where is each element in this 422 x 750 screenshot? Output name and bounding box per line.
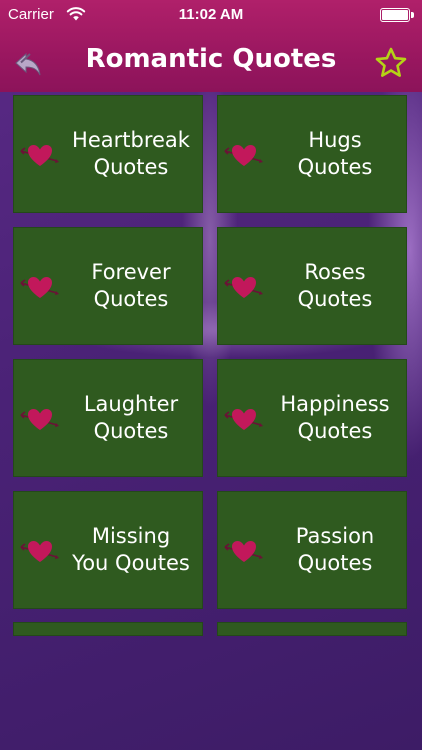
- category-tile[interactable]: Hugs Quotes: [217, 95, 407, 213]
- status-bar: Carrier 11:02 AM: [0, 0, 422, 30]
- navigation-header: Carrier 11:02 AM Romantic Quotes: [0, 0, 422, 92]
- category-tile[interactable]: Heartbreak Quotes: [13, 95, 203, 213]
- heart-arrow-icon: [20, 409, 59, 430]
- status-time: 11:02 AM: [178, 6, 244, 23]
- category-tile-label: Forever Quotes: [91, 260, 171, 311]
- category-tile[interactable]: Happiness Quotes: [217, 359, 407, 477]
- app-screen: Carrier 11:02 AM Romantic Quotes Heartbr…: [0, 0, 422, 750]
- category-tile-label: Passion Quotes: [295, 524, 375, 575]
- category-tile-label: Hugs Quotes: [297, 128, 373, 179]
- category-tile-label: Roses Quotes: [297, 260, 373, 311]
- heart-arrow-icon: [20, 277, 59, 298]
- heart-arrow-icon: [20, 541, 59, 562]
- heart-arrow-icon: [20, 145, 59, 166]
- category-tile[interactable]: Roses Quotes: [217, 227, 407, 345]
- category-tile-label: Missing You Qoutes: [72, 524, 190, 575]
- heart-arrow-icon: [224, 145, 263, 166]
- partial-tile[interactable]: [13, 622, 203, 636]
- category-tile[interactable]: Missing You Qoutes: [13, 491, 203, 609]
- page-title: Romantic Quotes: [85, 44, 337, 74]
- category-tile[interactable]: Forever Quotes: [13, 227, 203, 345]
- heart-arrow-icon: [224, 541, 263, 562]
- category-tile-label: Happiness Quotes: [280, 392, 390, 443]
- partial-tile[interactable]: [217, 622, 407, 636]
- battery-icon: [380, 8, 414, 22]
- category-tile-label: Heartbreak Quotes: [72, 128, 190, 179]
- star-outline-icon[interactable]: [374, 46, 408, 80]
- heart-arrow-icon: [224, 409, 263, 430]
- category-tile[interactable]: Laughter Quotes: [13, 359, 203, 477]
- category-tile-label: Laughter Quotes: [83, 392, 179, 443]
- heart-arrow-icon: [224, 277, 263, 298]
- category-tile[interactable]: Passion Quotes: [217, 491, 407, 609]
- back-arrow-icon[interactable]: [12, 48, 44, 80]
